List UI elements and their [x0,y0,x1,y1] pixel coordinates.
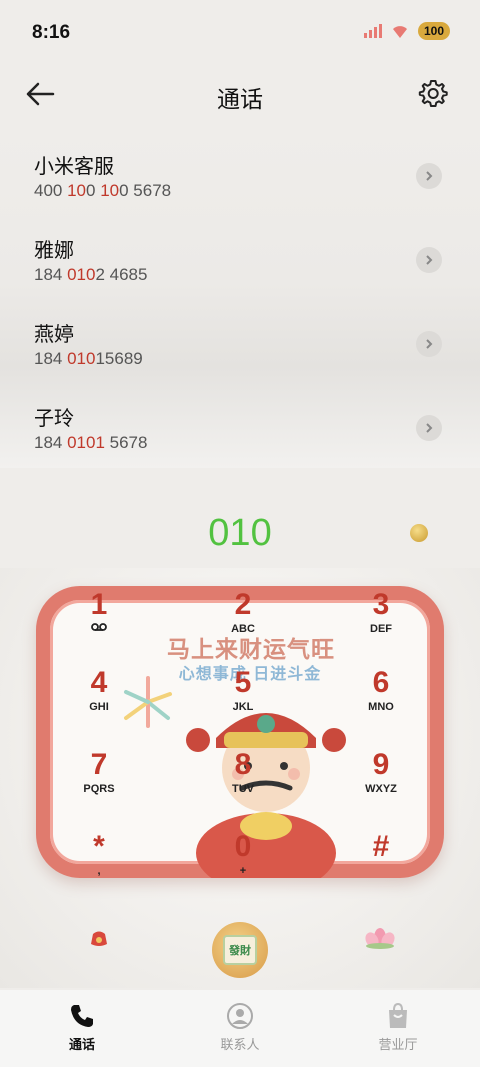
contact-number: 184 0102 4685 [34,265,148,284]
contact-detail-button[interactable] [416,415,442,441]
contact-name: 小米客服 [34,154,114,178]
chevron-right-icon [426,255,433,265]
red-pouch-icon[interactable] [88,926,110,948]
voicemail-icon [54,622,144,636]
key-4[interactable]: 4 GHI [54,666,144,746]
signal-icon [363,24,382,38]
page-title: 通话 [217,87,263,113]
chevron-right-icon [426,339,433,349]
contact-row[interactable]: 雅娜 184 0102 4685 [0,214,480,298]
header: 通话 [0,70,480,120]
lotus-icon[interactable] [362,922,398,950]
contact-row[interactable]: 子玲 184 0101 5678 [0,382,480,466]
bottom-nav: 通话 联系人 营业厅 [0,990,480,1067]
nav-item-store[interactable]: 营业厅 [338,990,458,1067]
phone-icon [71,1005,93,1027]
contact-name: 雅娜 [34,238,74,262]
key-0[interactable]: 0 + [198,830,288,910]
contact-row[interactable]: 小米客服 400 100 100 5678 [0,130,480,214]
call-button[interactable]: 發財 [212,922,268,978]
contact-name: 子玲 [34,406,74,430]
key-hash[interactable]: # [336,830,426,910]
contact-detail-button[interactable] [416,247,442,273]
contact-name: 燕婷 [34,322,74,346]
status-bar: 8:16 100 [0,0,480,66]
contact-detail-button[interactable] [416,331,442,357]
key-9[interactable]: 9 WXYZ [336,748,426,828]
coin-icon[interactable] [410,524,428,542]
nav-item-calls[interactable]: 通话 [22,990,142,1067]
call-button-label: 發財 [223,935,257,965]
chevron-right-icon [426,171,433,181]
key-7[interactable]: 7 PQRS [54,748,144,828]
key-6[interactable]: 6 MNO [336,666,426,746]
status-icons: 100 [363,22,450,40]
status-time: 8:16 [32,22,71,43]
battery-indicator: 100 [417,22,450,40]
contact-row[interactable]: 燕婷 184 01015689 [0,298,480,382]
nav-item-contacts[interactable]: 联系人 [180,990,300,1067]
store-bag-icon [389,1002,407,1028]
dial-display: 010 [0,468,480,568]
key-2[interactable]: 2 ABC [198,588,288,668]
nav-label: 联系人 [220,1038,260,1053]
contact-number: 184 0101 5678 [34,433,148,452]
dialed-number[interactable]: 010 [0,512,480,555]
key-star[interactable]: * , [54,830,144,910]
key-1[interactable]: 1 [54,588,144,668]
contact-detail-button[interactable] [416,163,442,189]
contacts-icon [227,1003,253,1029]
contact-list: 小米客服 400 100 100 5678 雅娜 184 0102 4685 燕… [0,130,480,468]
chevron-right-icon [426,423,433,433]
contact-number: 400 100 100 5678 [34,181,172,200]
contact-number: 184 01015689 [34,349,143,368]
wifi-icon [392,26,407,38]
gear-icon[interactable] [418,78,448,108]
key-5[interactable]: 5 JKL [198,666,288,746]
nav-label: 营业厅 [378,1038,418,1053]
key-8[interactable]: 8 TUV [198,748,288,828]
nav-label: 通话 [68,1038,95,1053]
key-3[interactable]: 3 DEF [336,588,426,668]
